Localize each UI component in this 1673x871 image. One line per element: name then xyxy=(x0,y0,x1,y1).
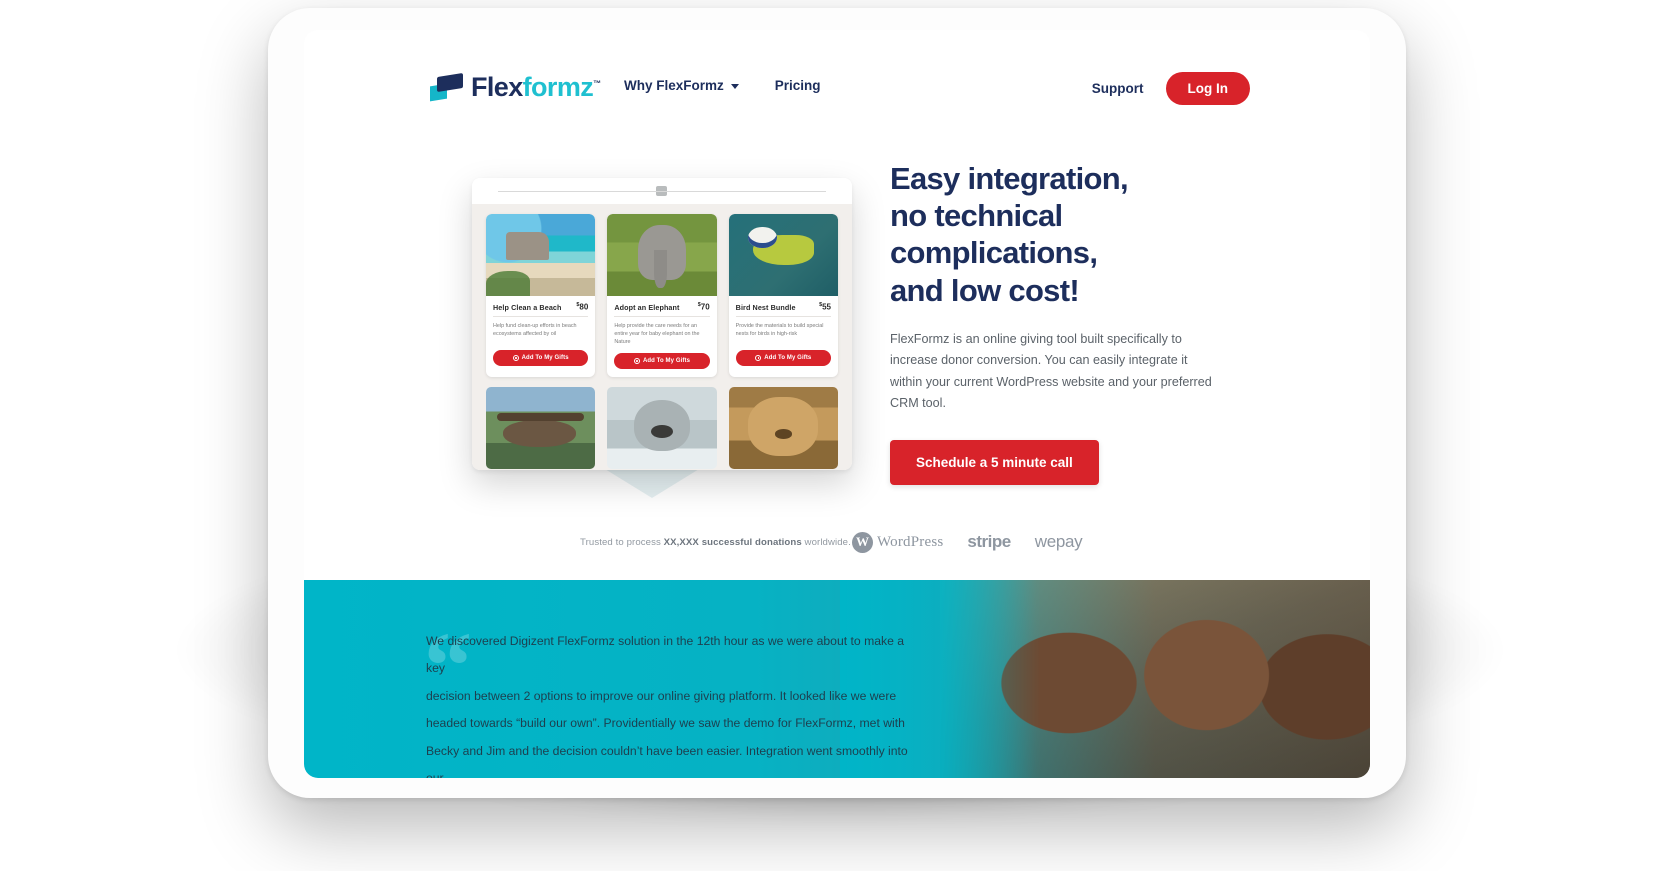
nav-item-label: Pricing xyxy=(774,78,821,93)
gift-card[interactable]: Adopt an Elephant $70 Help provide the c… xyxy=(607,214,717,377)
brand-name-part1: Flex xyxy=(471,71,523,102)
wordpress-icon: W xyxy=(852,531,873,553)
gift-card-grid-row1: Help Clean a Beach $80 Help fund clean-u… xyxy=(486,214,838,377)
schedule-call-button[interactable]: Schedule a 5 minute call xyxy=(890,440,1099,486)
gift-card-price: $55 xyxy=(819,302,831,312)
gift-card-grid-row2 xyxy=(486,386,838,469)
testimonial-section: “ We discovered Digizent FlexFormz solut… xyxy=(304,580,1370,778)
gift-card-title: Help Clean a Beach xyxy=(493,302,562,312)
add-to-my-gifts-button[interactable]: Add To My Gifts xyxy=(735,349,831,366)
gift-card-photo xyxy=(486,214,596,296)
tablet-device-frame: Flexformz™ Why FlexFormz Pricing Support… xyxy=(268,8,1406,798)
headline-line-3: complications, xyxy=(890,235,1098,271)
nav-item-why-flexformz[interactable]: Why FlexFormz xyxy=(624,78,739,93)
gift-card-price: $80 xyxy=(576,302,589,312)
wordpress-logo: W WordPress xyxy=(852,531,944,553)
hero-paragraph: FlexFormz is an online giving tool built… xyxy=(890,331,1212,410)
camera-icon xyxy=(656,186,667,196)
gear-icon xyxy=(512,354,519,361)
login-button[interactable]: Log In xyxy=(1165,72,1250,105)
add-to-my-gifts-button[interactable]: Add To My Gifts xyxy=(614,352,710,369)
trust-highlight: XX,XXX successful donations xyxy=(663,536,802,548)
gift-card-description: Help provide the care needs for an entir… xyxy=(614,322,700,346)
stripe-logo: stripe xyxy=(967,532,1011,551)
gift-card-photo xyxy=(607,214,717,296)
hero-section: Help Clean a Beach $80 Help fund clean-u… xyxy=(304,150,1370,500)
wepay-logo: wepay xyxy=(1034,532,1083,551)
brand-wordmark: Flexformz™ xyxy=(471,71,601,102)
testimonial-quote: We discovered Digizent FlexFormz solutio… xyxy=(426,628,916,778)
nav-item-label: Why FlexFormz xyxy=(624,78,724,93)
hero-copy-column: Easy integration, no technical complicat… xyxy=(890,160,1290,486)
gift-card-description: Help fund clean-up efforts in beach ecos… xyxy=(493,322,577,338)
add-to-my-gifts-button[interactable]: Add To My Gifts xyxy=(493,349,589,366)
gift-card-photo-lion-cub[interactable] xyxy=(728,386,838,469)
primary-navigation: Why FlexFormz Pricing xyxy=(624,78,821,93)
gear-icon xyxy=(633,357,640,364)
gift-card-title: Bird Nest Bundle xyxy=(735,302,796,312)
flexformz-logo-icon xyxy=(430,72,464,101)
gift-card-photo-koala[interactable] xyxy=(607,386,717,469)
headline-line-4: and low cost! xyxy=(890,272,1080,308)
trust-prefix: Trusted to process xyxy=(580,536,664,548)
gear-icon xyxy=(755,354,762,361)
chevron-down-icon xyxy=(730,84,739,89)
preview-device-topbar xyxy=(472,178,852,204)
wordpress-wordmark: WordPress xyxy=(877,533,944,550)
add-button-label: Add To My Gifts xyxy=(642,357,691,364)
trademark-symbol: ™ xyxy=(593,78,601,88)
page-title: Easy integration, no technical complicat… xyxy=(890,160,1290,309)
testimonial-line-3: headed towards “build our own”. Providen… xyxy=(426,716,905,731)
nav-item-pricing[interactable]: Pricing xyxy=(775,78,821,93)
gift-card-title: Adopt an Elephant xyxy=(614,302,680,312)
gift-card-price: $70 xyxy=(697,302,710,312)
gift-card-photo xyxy=(728,214,838,296)
trust-bar: Trusted to process XX,XXX successful don… xyxy=(304,522,1370,562)
header-actions: Support Log In xyxy=(1092,72,1250,105)
testimonial-line-4: Becky and Jim and the decision couldn’t … xyxy=(426,743,908,778)
gift-card[interactable]: Help Clean a Beach $80 Help fund clean-u… xyxy=(486,214,596,377)
gift-card-photo-sloth[interactable] xyxy=(486,386,596,469)
trust-statement: Trusted to process XX,XXX successful don… xyxy=(580,537,851,548)
trust-suffix: worldwide. xyxy=(801,536,851,548)
headline-line-2: no technical xyxy=(890,198,1063,234)
brand-logo[interactable]: Flexformz™ xyxy=(430,70,601,104)
partner-logos: W WordPress stripe wepay xyxy=(852,531,1083,553)
headline-line-1: Easy integration, xyxy=(890,161,1129,196)
preview-gift-catalog: Help Clean a Beach $80 Help fund clean-u… xyxy=(472,204,852,470)
gift-card-description: Provide the materials to build special n… xyxy=(735,322,824,338)
page-root: Flexformz™ Why FlexFormz Pricing Support… xyxy=(0,0,1673,871)
add-button-label: Add To My Gifts xyxy=(764,354,812,361)
product-preview-screenshot: Help Clean a Beach $80 Help fund clean-u… xyxy=(472,178,852,470)
testimonial-line-2: decision between 2 options to improve ou… xyxy=(426,688,897,703)
testimonial-line-1: We discovered Digizent FlexFormz solutio… xyxy=(426,634,905,676)
site-header: Flexformz™ Why FlexFormz Pricing Support… xyxy=(304,58,1370,114)
gift-card[interactable]: Bird Nest Bundle $55 Provide the materia… xyxy=(728,214,838,377)
nav-item-support[interactable]: Support xyxy=(1092,81,1144,96)
tablet-screen: Flexformz™ Why FlexFormz Pricing Support… xyxy=(304,30,1370,778)
brand-name-part2: formz xyxy=(522,71,594,102)
add-button-label: Add To My Gifts xyxy=(521,354,569,361)
